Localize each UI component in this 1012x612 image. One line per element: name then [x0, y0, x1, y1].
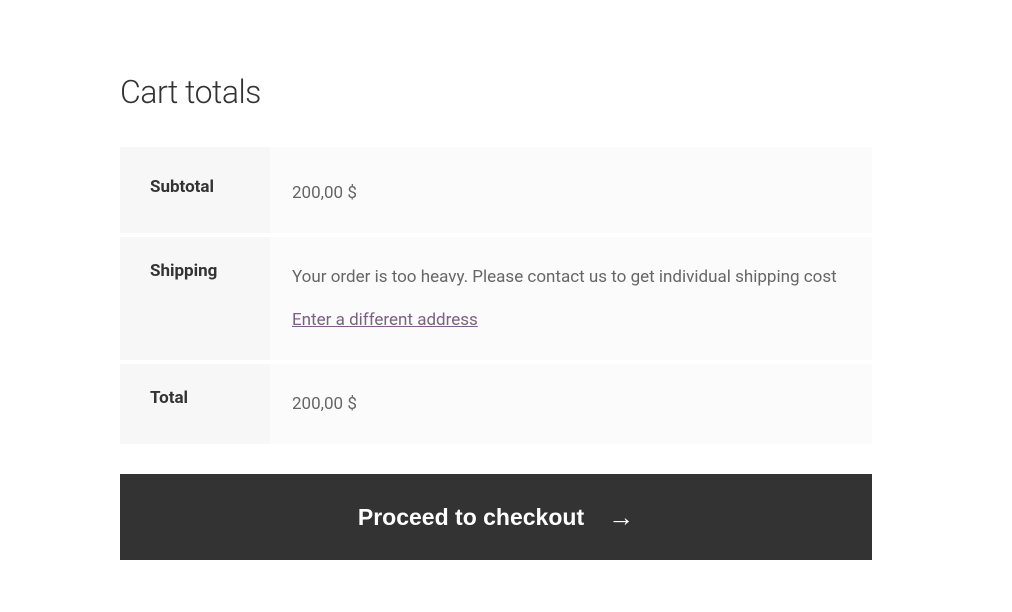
shipping-row: Shipping Your order is too heavy. Please…: [120, 237, 872, 360]
cart-totals-table: Subtotal 200,00 $ Shipping Your order is…: [120, 147, 872, 444]
total-label: Total: [120, 364, 270, 444]
arrow-right-icon: →: [608, 502, 634, 533]
subtotal-value: 200,00 $: [270, 147, 872, 233]
total-value: 200,00 $: [270, 364, 872, 444]
shipping-cell: Your order is too heavy. Please contact …: [270, 237, 872, 360]
shipping-message: Your order is too heavy. Please contact …: [292, 261, 842, 293]
subtotal-row: Subtotal 200,00 $: [120, 147, 872, 233]
checkout-button-label: Proceed to checkout: [358, 504, 584, 531]
subtotal-label: Subtotal: [120, 147, 270, 233]
cart-totals-heading: Cart totals: [120, 73, 892, 111]
proceed-to-checkout-button[interactable]: Proceed to checkout →: [120, 474, 872, 560]
enter-different-address-link[interactable]: Enter a different address: [292, 310, 478, 330]
shipping-label: Shipping: [120, 237, 270, 360]
total-row: Total 200,00 $: [120, 364, 872, 444]
